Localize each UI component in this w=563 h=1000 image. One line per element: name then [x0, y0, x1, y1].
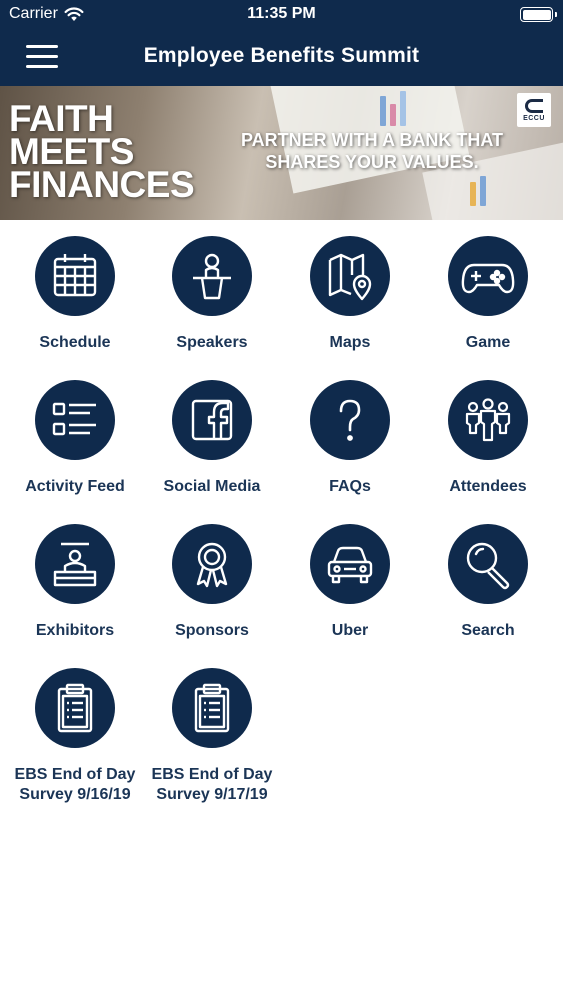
calendar-icon: [53, 254, 97, 297]
tile-label: Search: [461, 622, 515, 639]
banner-chart-decoration: [480, 176, 486, 206]
tile-speakers[interactable]: Speakers: [142, 236, 282, 353]
status-bar: Carrier 11:35 PM: [0, 0, 563, 30]
tile-label-line1: EBS End of Day: [151, 766, 273, 783]
magnifier-icon: [466, 542, 510, 590]
banner-tagline-line2: SHARES YOUR VALUES.: [265, 152, 479, 172]
car-icon: [327, 546, 373, 584]
eccu-logo-text: ECCU: [523, 114, 545, 122]
tile-circle: [172, 236, 252, 316]
tile-uber[interactable]: Uber: [280, 524, 420, 641]
tile-faqs[interactable]: FAQs: [280, 380, 420, 497]
gamepad-icon: [461, 263, 515, 294]
tile-circle: [172, 380, 252, 460]
banner-chart-decoration: [470, 182, 476, 206]
tile-circle: [310, 380, 390, 460]
facebook-icon: [191, 399, 233, 441]
tile-circle: [448, 236, 528, 316]
tile-label: Speakers: [176, 334, 248, 351]
banner-chart-decoration: [390, 104, 396, 126]
tile-label: Maps: [329, 334, 371, 351]
tile-attendees[interactable]: Attendees: [418, 380, 558, 497]
tile-circle: [35, 380, 115, 460]
tile-sponsors[interactable]: Sponsors: [142, 524, 282, 641]
tile-circle: [310, 236, 390, 316]
question-mark-icon: [339, 399, 361, 441]
tile-circle: [35, 236, 115, 316]
tile-social-media[interactable]: Social Media: [142, 380, 282, 497]
tile-circle: [172, 668, 252, 748]
clipboard-icon: [57, 683, 93, 733]
banner-chart-decoration: [400, 91, 406, 126]
tile-activity-feed[interactable]: Activity Feed: [5, 380, 145, 497]
tile-survey-9-16-19[interactable]: EBS End of Day Survey 9/16/19: [5, 668, 145, 805]
tile-label: Exhibitors: [35, 622, 115, 639]
list-icon: [52, 402, 96, 436]
exhibitor-booth-icon: [53, 542, 97, 587]
tile-circle: [35, 668, 115, 748]
tile-schedule[interactable]: Schedule: [5, 236, 145, 353]
banner-headline-line3: FINANCES: [9, 164, 195, 205]
battery-icon: [520, 7, 557, 22]
tile-label: Schedule: [39, 334, 111, 351]
tile-label: Social Media: [163, 478, 261, 495]
tile-search[interactable]: Search: [418, 524, 558, 641]
award-ribbon-icon: [196, 542, 228, 588]
tile-maps[interactable]: Maps: [280, 236, 420, 353]
clock: 11:35 PM: [247, 5, 316, 22]
tile-circle: [310, 524, 390, 604]
battery-fill: [522, 9, 551, 20]
tile-exhibitors[interactable]: Exhibitors: [5, 524, 145, 641]
tile-label-line2: Survey 9/17/19: [156, 786, 268, 803]
tile-circle: [448, 380, 528, 460]
tile-circle: [172, 524, 252, 604]
page-title: Employee Benefits Summit: [143, 44, 420, 67]
tile-label: Game: [465, 334, 511, 351]
tile-label: Activity Feed: [25, 478, 125, 495]
tile-label: Uber: [331, 622, 369, 639]
tile-label: Sponsors: [175, 622, 249, 639]
tile-label: EBS End of Day Survey 9/17/19: [142, 765, 282, 805]
tile-survey-9-17-19[interactable]: EBS End of Day Survey 9/17/19: [142, 668, 282, 805]
banner-tagline-line1: PARTNER WITH A BANK THAT: [241, 130, 503, 150]
people-group-icon: [465, 398, 511, 442]
banner-chart-decoration: [380, 96, 386, 126]
clipboard-icon: [194, 683, 230, 733]
tile-circle: [35, 524, 115, 604]
tile-game[interactable]: Game: [418, 236, 558, 353]
map-pin-icon: [328, 253, 372, 301]
tile-label: FAQs: [329, 478, 371, 495]
tile-label: EBS End of Day Survey 9/16/19: [5, 765, 145, 805]
sponsor-banner[interactable]: FAITH MEETS FINANCES PARTNER WITH A BANK…: [0, 86, 563, 220]
tile-label-line2: Survey 9/16/19: [19, 786, 131, 803]
tile-label-line1: EBS End of Day: [14, 766, 136, 783]
eccu-logo: ECCU: [517, 93, 551, 127]
banner-headline: FAITH MEETS FINANCES: [9, 100, 195, 205]
nav-bar: Employee Benefits Summit: [0, 30, 563, 86]
banner-tagline: PARTNER WITH A BANK THAT SHARES YOUR VAL…: [222, 129, 522, 173]
eccu-logo-mark: [525, 98, 543, 113]
podium-speaker-icon: [193, 253, 231, 300]
tile-label: Attendees: [449, 478, 527, 495]
tile-circle: [448, 524, 528, 604]
